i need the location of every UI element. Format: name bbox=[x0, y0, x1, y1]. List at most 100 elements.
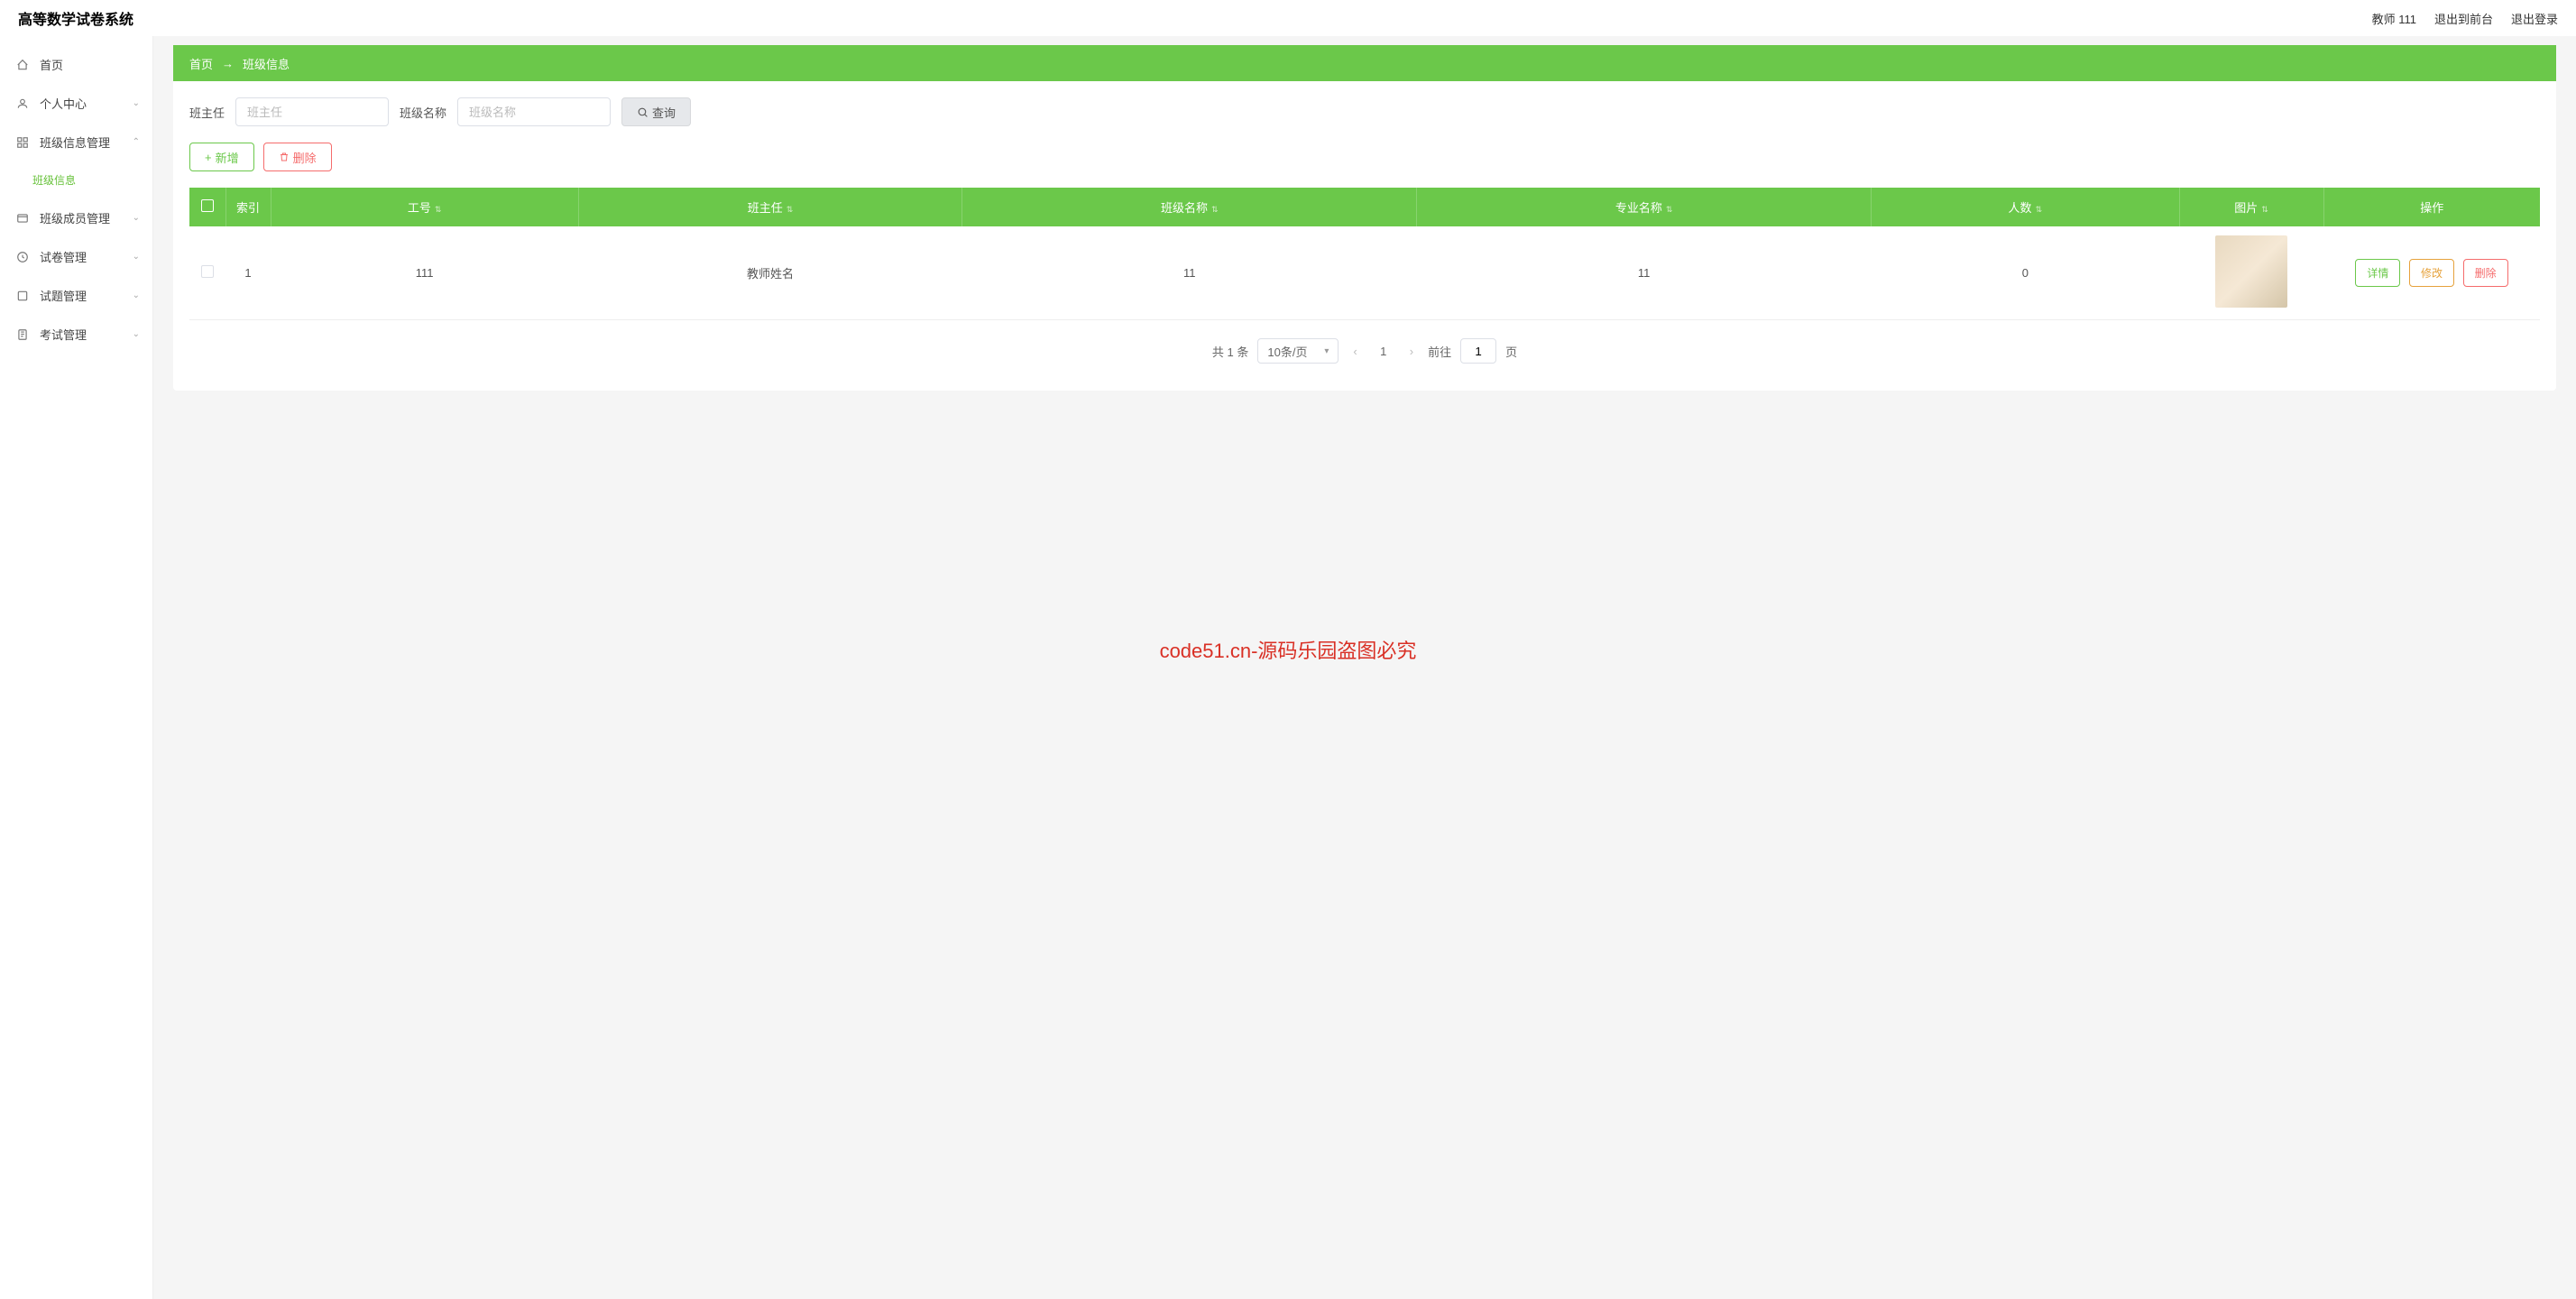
chevron-up-icon: ⌃ bbox=[133, 137, 140, 147]
th-work-id[interactable]: 工号⇅ bbox=[271, 188, 578, 226]
page-size-select[interactable]: 10条/页 ▾ bbox=[1257, 338, 1339, 364]
cell-count: 0 bbox=[1872, 226, 2179, 320]
grid-icon bbox=[16, 136, 31, 149]
action-row: + 新增 删除 bbox=[189, 143, 2540, 171]
app-title: 高等数学试卷系统 bbox=[18, 7, 133, 29]
select-all-checkbox[interactable] bbox=[201, 199, 214, 212]
chevron-down-icon: ⌄ bbox=[133, 213, 140, 223]
sort-icon: ⇅ bbox=[1666, 205, 1673, 214]
filter-class-input[interactable] bbox=[457, 97, 611, 126]
query-button-label: 查询 bbox=[652, 104, 676, 121]
members-icon bbox=[16, 212, 31, 225]
back-front-link[interactable]: 退出到前台 bbox=[2434, 10, 2493, 27]
sort-icon: ⇅ bbox=[435, 205, 442, 214]
page-number[interactable]: 1 bbox=[1372, 339, 1395, 363]
th-checkbox bbox=[189, 188, 225, 226]
cell-work-id: 111 bbox=[271, 226, 578, 320]
sidebar-item-exam[interactable]: 考试管理 ⌄ bbox=[0, 315, 152, 354]
table-row: 1 111 教师姓名 11 11 0 详情 修改 删除 bbox=[189, 226, 2540, 320]
paper-icon bbox=[16, 251, 31, 263]
sidebar-item-label: 班级成员管理 bbox=[40, 209, 110, 226]
chevron-down-icon: ⌄ bbox=[133, 98, 140, 108]
th-major[interactable]: 专业名称⇅ bbox=[1417, 188, 1872, 226]
goto-suffix: 页 bbox=[1505, 343, 1517, 360]
header-right: 教师 111 退出到前台 退出登录 bbox=[2372, 10, 2558, 27]
delete-button[interactable]: 删除 bbox=[263, 143, 332, 171]
th-index[interactable]: 索引 bbox=[225, 188, 271, 226]
add-button[interactable]: + 新增 bbox=[189, 143, 254, 171]
chevron-down-icon: ⌄ bbox=[133, 252, 140, 262]
sidebar-item-label: 首页 bbox=[40, 56, 63, 73]
cell-major: 11 bbox=[1417, 226, 1872, 320]
row-edit-button[interactable]: 修改 bbox=[2409, 259, 2454, 287]
plus-icon: + bbox=[205, 151, 212, 164]
breadcrumb: 首页 → 班级信息 bbox=[173, 45, 2556, 81]
th-count[interactable]: 人数⇅ bbox=[1872, 188, 2179, 226]
sidebar-item-label: 试卷管理 bbox=[40, 248, 87, 265]
th-class-name[interactable]: 班级名称⇅ bbox=[962, 188, 1417, 226]
row-detail-button[interactable]: 详情 bbox=[2355, 259, 2400, 287]
row-checkbox[interactable] bbox=[201, 265, 214, 278]
chevron-down-icon: ⌄ bbox=[133, 329, 140, 339]
th-ops: 操作 bbox=[2323, 188, 2540, 226]
breadcrumb-sep: → bbox=[222, 57, 234, 70]
question-icon bbox=[16, 290, 31, 302]
filter-teacher-label: 班主任 bbox=[189, 104, 225, 121]
sort-icon: ⇅ bbox=[1211, 205, 1219, 214]
row-thumbnail[interactable] bbox=[2215, 235, 2287, 308]
sidebar-item-label: 班级信息 bbox=[32, 172, 76, 188]
sort-icon: ⇅ bbox=[2261, 205, 2268, 214]
data-table: 索引 工号⇅ 班主任⇅ 班级名称⇅ 专业名称⇅ 人数⇅ 图片⇅ 操作 1 111… bbox=[189, 188, 2540, 320]
th-teacher[interactable]: 班主任⇅ bbox=[578, 188, 961, 226]
sidebar-item-label: 试题管理 bbox=[40, 287, 87, 304]
main: 首页 → 班级信息 班主任 班级名称 查询 + 新增 删除 bbox=[153, 0, 2576, 391]
user-link[interactable]: 教师 111 bbox=[2372, 10, 2416, 27]
header: 高等数学试卷系统 教师 111 退出到前台 退出登录 bbox=[0, 0, 2576, 36]
th-image[interactable]: 图片⇅ bbox=[2179, 188, 2323, 226]
sidebar: 首页 个人中心 ⌄ 班级信息管理 ⌃ 班级信息 班级成员管理 ⌄ 试卷管理 ⌄ … bbox=[0, 36, 153, 1299]
chevron-down-icon: ⌄ bbox=[133, 290, 140, 300]
cell-class-name: 11 bbox=[962, 226, 1417, 320]
sidebar-item-home[interactable]: 首页 bbox=[0, 45, 152, 84]
logout-link[interactable]: 退出登录 bbox=[2511, 10, 2558, 27]
breadcrumb-root[interactable]: 首页 bbox=[189, 55, 213, 72]
chevron-down-icon: ▾ bbox=[1324, 346, 1329, 356]
sidebar-item-class-info[interactable]: 班级信息管理 ⌃ bbox=[0, 123, 152, 161]
trash-icon bbox=[279, 152, 290, 162]
sidebar-item-paper[interactable]: 试卷管理 ⌄ bbox=[0, 237, 152, 276]
user-icon bbox=[16, 97, 31, 110]
cell-teacher: 教师姓名 bbox=[578, 226, 961, 320]
sidebar-item-class-members[interactable]: 班级成员管理 ⌄ bbox=[0, 198, 152, 237]
sidebar-item-label: 考试管理 bbox=[40, 326, 87, 343]
sidebar-item-label: 班级信息管理 bbox=[40, 134, 110, 151]
pagination-total: 共 1 条 bbox=[1212, 343, 1248, 360]
cell-image bbox=[2179, 226, 2323, 320]
pagination: 共 1 条 10条/页 ▾ ‹ 1 › 前往 页 bbox=[189, 338, 2540, 364]
sidebar-item-label: 个人中心 bbox=[40, 95, 87, 112]
page-size-label: 10条/页 bbox=[1267, 343, 1307, 360]
exam-icon bbox=[16, 328, 31, 341]
add-button-label: 新增 bbox=[216, 149, 239, 166]
prev-page-button[interactable]: ‹ bbox=[1348, 345, 1362, 358]
filter-teacher-input[interactable] bbox=[235, 97, 389, 126]
row-delete-button[interactable]: 删除 bbox=[2463, 259, 2508, 287]
cell-index: 1 bbox=[225, 226, 271, 320]
sort-icon: ⇅ bbox=[787, 205, 794, 214]
delete-button-label: 删除 bbox=[293, 149, 317, 166]
panel: 班主任 班级名称 查询 + 新增 删除 bbox=[173, 81, 2556, 391]
breadcrumb-current: 班级信息 bbox=[243, 55, 290, 72]
goto-prefix: 前往 bbox=[1428, 343, 1451, 360]
home-icon bbox=[16, 59, 31, 71]
next-page-button[interactable]: › bbox=[1404, 345, 1419, 358]
filter-class-label: 班级名称 bbox=[400, 104, 446, 121]
cell-ops: 详情 修改 删除 bbox=[2323, 226, 2540, 320]
query-button[interactable]: 查询 bbox=[621, 97, 691, 126]
sidebar-item-class-info-detail[interactable]: 班级信息 bbox=[0, 161, 152, 198]
search-icon bbox=[637, 106, 649, 118]
goto-page-input[interactable] bbox=[1460, 338, 1496, 364]
sidebar-item-question[interactable]: 试题管理 ⌄ bbox=[0, 276, 152, 315]
watermark: code51.cn-源码乐园盗图必究 bbox=[1160, 635, 1417, 664]
sidebar-item-personal[interactable]: 个人中心 ⌄ bbox=[0, 84, 152, 123]
sort-icon: ⇅ bbox=[2036, 205, 2043, 214]
filter-row: 班主任 班级名称 查询 bbox=[189, 97, 2540, 126]
